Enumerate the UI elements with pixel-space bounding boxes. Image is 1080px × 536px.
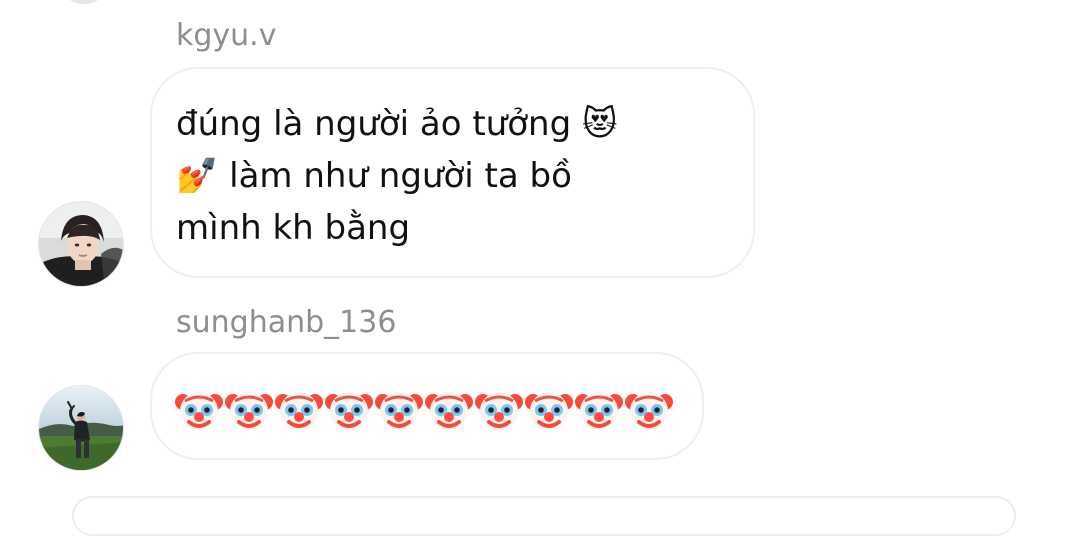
clown-face-icon	[275, 392, 323, 430]
clown-face-icon	[225, 392, 273, 430]
user-avatar-icon	[39, 202, 123, 286]
message-line: đúng là người ảo tưởng 😻	[176, 104, 618, 144]
user-avatar-icon	[39, 386, 123, 470]
clown-face-icon	[625, 392, 673, 430]
clown-face-icon	[575, 392, 623, 430]
clown-face-icon	[325, 392, 373, 430]
message-text: đúng là người ảo tưởng 😻 💅 làm như người…	[176, 98, 617, 254]
sender-avatar[interactable]	[38, 201, 124, 287]
message-bubble[interactable]: đúng là người ảo tưởng 😻 💅 làm như người…	[150, 67, 755, 278]
clown-face-icon	[375, 392, 423, 430]
bottom-message-edge	[72, 496, 1016, 536]
emoji-message	[174, 385, 674, 435]
message-sender-name: sunghanb_136	[176, 305, 397, 340]
message-bubble[interactable]	[150, 352, 704, 460]
message-line: mình kh bằng	[176, 208, 411, 248]
clown-face-icon	[175, 392, 223, 430]
clown-face-icon	[425, 392, 473, 430]
message-sender-name: kgyu.v	[176, 18, 277, 53]
clown-face-icon	[475, 392, 523, 430]
sender-avatar[interactable]	[38, 385, 124, 471]
top-avatar-edge	[62, 0, 106, 4]
message-line: 💅 làm như người ta bồ	[176, 156, 572, 196]
clown-face-icon	[525, 392, 573, 430]
